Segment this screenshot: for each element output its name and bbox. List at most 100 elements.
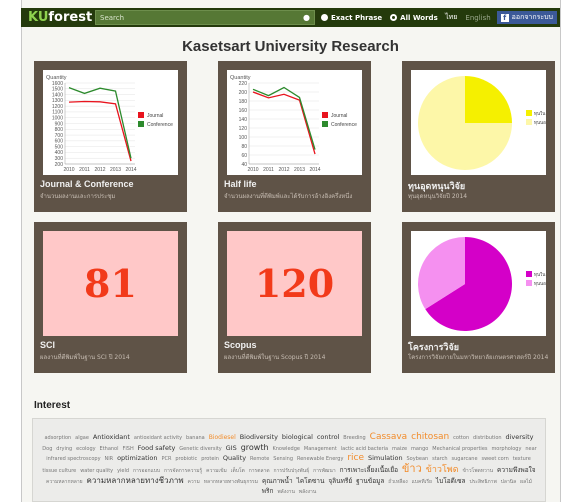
interest-tag[interactable]: ปลานิล xyxy=(501,479,517,485)
legend-swatch xyxy=(526,271,532,277)
interest-tag[interactable]: ถั่วเหลือง xyxy=(388,479,407,485)
interest-tag[interactable]: biological xyxy=(282,433,313,441)
interest-tag[interactable]: ความ xyxy=(188,479,200,485)
interest-tag[interactable]: พลังงาน xyxy=(277,489,294,495)
interest-tag[interactable]: yield xyxy=(117,468,129,474)
interest-tag[interactable]: Mechanical properties xyxy=(432,446,487,452)
interest-tag[interactable]: chitosan xyxy=(411,432,449,442)
interest-tag[interactable]: การจัดการความรู้ xyxy=(164,468,202,474)
interest-tag[interactable]: morphology xyxy=(491,446,521,452)
interest-tag[interactable]: PCR xyxy=(161,456,171,462)
interest-tag[interactable]: Knowledge xyxy=(272,446,300,452)
interest-tag[interactable]: Food safety xyxy=(138,444,176,452)
interest-heading: Interest xyxy=(34,400,71,411)
interest-tag[interactable]: maize xyxy=(392,446,407,452)
interest-tag[interactable]: Simulation xyxy=(368,454,403,462)
scopus-count-panel: 120 xyxy=(227,231,362,336)
interest-tag[interactable]: แบคทีเรีย xyxy=(412,479,432,485)
interest-tag[interactable]: texture xyxy=(513,456,531,462)
interest-tag[interactable]: starch xyxy=(432,456,448,462)
interest-tag[interactable]: Genetic diversity xyxy=(179,446,221,452)
interest-tag[interactable]: ประสิทธิภาพ xyxy=(469,479,496,485)
interest-tag[interactable]: probiotic xyxy=(175,456,197,462)
interest-tag[interactable]: lactic acid bacteria xyxy=(341,446,388,452)
interest-tag[interactable]: FISH xyxy=(122,446,133,452)
interest-tag[interactable]: ข้าวโพดหวาน xyxy=(463,468,494,474)
interest-tag[interactable]: Quality xyxy=(223,454,246,462)
interest-tag[interactable]: พลังงาน xyxy=(299,489,316,495)
lang-english-link[interactable]: English xyxy=(465,14,490,22)
card-research-funding[interactable]: ทุนในทุนนอก ทุนอุดหนุนวิจัย ทุนอุดหนุนวิ… xyxy=(402,61,555,212)
interest-tag[interactable]: Management xyxy=(304,446,337,452)
interest-tag[interactable]: จุลินทรีย์ xyxy=(328,477,352,485)
card-half-life[interactable]: Quantity 40 60 80 100 120 140 160 180 200 220 2010 2… xyxy=(218,61,371,212)
radio-all-words[interactable]: All Words xyxy=(390,14,438,22)
interest-tag[interactable]: Ethanol xyxy=(100,446,119,452)
interest-tag[interactable]: adsorption xyxy=(44,435,71,441)
y-tick-label: 220 xyxy=(239,81,248,87)
interest-tag[interactable]: Cassava xyxy=(370,432,408,442)
interest-tag[interactable]: ข้าว xyxy=(402,462,422,475)
interest-tag[interactable]: GIS xyxy=(226,444,237,452)
interest-tag[interactable]: NIR xyxy=(104,456,113,462)
interest-tag[interactable]: optimization xyxy=(117,454,157,462)
interest-tag[interactable]: Biodiesel xyxy=(209,434,236,441)
card-journal-conference[interactable]: Quantity 200 300 400 500 600 700 800 900 1000 1100… xyxy=(34,61,187,212)
interest-tag[interactable]: Renewable Energy xyxy=(297,456,343,462)
interest-tag[interactable]: water quality xyxy=(80,468,113,474)
interest-tag[interactable]: การออกแบบ xyxy=(133,468,160,474)
interest-tag[interactable]: ecology xyxy=(76,446,95,452)
radio-exact-phrase[interactable]: Exact Phrase xyxy=(321,14,382,22)
interest-tag[interactable]: การตลาด xyxy=(249,468,270,474)
series-line-journal xyxy=(252,91,316,155)
interest-tag[interactable]: ไบโอดีเซล xyxy=(436,477,466,485)
interest-tag[interactable]: การเพาะเลี้ยงเนื้อเยื่อ xyxy=(340,466,398,474)
interest-tag[interactable]: เต็บโต xyxy=(231,468,245,474)
interest-tag[interactable]: ความเข้ม xyxy=(206,468,227,474)
interest-tag[interactable]: antioxidant activity xyxy=(134,435,182,441)
y-tick-label: 160 xyxy=(239,108,248,114)
interest-tag[interactable]: Sensing xyxy=(273,456,293,462)
interest-tag[interactable]: algae xyxy=(75,435,89,441)
interest-tag[interactable]: cotton xyxy=(453,435,469,441)
interest-tag[interactable]: Biodiversity xyxy=(240,433,278,441)
interest-tag[interactable]: banana xyxy=(186,435,205,441)
interest-tag[interactable]: ไคโตซาน xyxy=(297,477,325,485)
interest-tag[interactable]: พริก xyxy=(262,487,274,495)
interest-tag[interactable]: คุณภาพน้ำ xyxy=(262,477,293,485)
interest-tag[interactable]: ผลไม้ xyxy=(520,479,532,485)
interest-tag[interactable]: Breeding xyxy=(343,435,365,441)
interest-tag[interactable]: diversity xyxy=(505,433,533,441)
facebook-logout-button[interactable]: f ออกจากระบบ xyxy=(496,11,557,24)
interest-tag[interactable]: ความพึงพอใจ xyxy=(497,466,536,474)
card-research-projects[interactable]: ทุนในทุนนอก โครงการวิจัย โครงการวิจัยภาย… xyxy=(402,222,555,373)
logo[interactable]: KUforest xyxy=(21,10,95,25)
interest-tag[interactable]: sugarcane xyxy=(452,456,478,462)
magnifier-icon[interactable]: ● xyxy=(303,13,310,22)
interest-tag[interactable]: sweet corn xyxy=(481,456,508,462)
interest-tag[interactable]: Antioxidant xyxy=(93,433,130,441)
interest-tag[interactable]: หลากหลายทางพันธุกรรม xyxy=(204,479,258,485)
interest-tag[interactable]: distribution xyxy=(473,435,502,441)
interest-tag[interactable]: growth xyxy=(241,443,269,452)
interest-tag[interactable]: control xyxy=(317,433,340,441)
interest-tag[interactable]: rice xyxy=(347,453,364,463)
interest-tag[interactable]: protein xyxy=(201,456,219,462)
lang-thai-link[interactable]: ไทย xyxy=(445,12,457,23)
card-sci[interactable]: 81 SCI ผลงานที่ตีพิมพ์ในฐาน SCI ปี 2014 xyxy=(34,222,187,373)
interest-tag[interactable]: ข้าวโพด xyxy=(426,465,459,475)
sci-count-panel: 81 xyxy=(43,231,178,336)
interest-tag[interactable]: ฐานข้อมูล xyxy=(356,477,384,485)
interest-tag[interactable]: mango xyxy=(411,446,428,452)
interest-tag[interactable]: ความหลากหลาย xyxy=(46,479,83,485)
legend-swatch xyxy=(526,119,532,125)
interest-tag[interactable]: tissue culture xyxy=(42,468,76,474)
interest-tag[interactable]: Dog xyxy=(42,446,52,452)
interest-tag[interactable]: drying xyxy=(56,446,72,452)
interest-tag[interactable]: การพัฒนา xyxy=(313,468,336,474)
interest-tag[interactable]: Remote xyxy=(250,456,269,462)
card-scopus[interactable]: 120 Scopus ผลงานที่ตีพิมพ์ในฐาน Scopus ป… xyxy=(218,222,371,373)
search-input[interactable]: Search ● xyxy=(95,10,315,25)
interest-tag[interactable]: การปรับปรุงพันธุ์ xyxy=(274,468,310,474)
interest-tag[interactable]: ความหลากหลายทางชีวภาพ xyxy=(87,476,184,485)
